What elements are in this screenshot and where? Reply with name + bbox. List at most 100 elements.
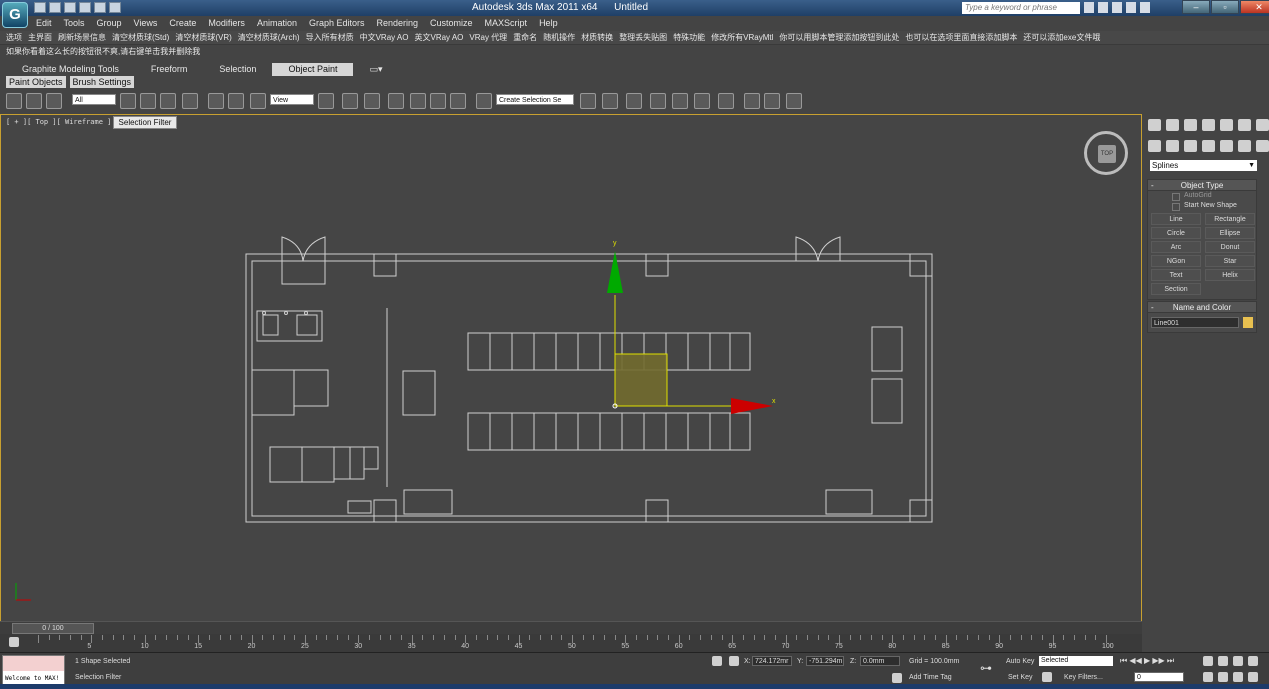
select-by-name-icon[interactable] — [140, 93, 156, 109]
script-button[interactable]: 随机操作 — [543, 32, 575, 43]
keyboard-shortcut-override-icon[interactable] — [364, 93, 380, 109]
menu-help[interactable]: Help — [539, 18, 558, 28]
z-coordinate-field[interactable]: 0.0mm — [860, 656, 900, 666]
menu-views[interactable]: Views — [134, 18, 158, 28]
close-button[interactable]: ✕ — [1240, 0, 1269, 14]
mirror-icon[interactable] — [580, 93, 596, 109]
furniture-cabinet[interactable] — [871, 378, 903, 424]
script-button[interactable]: 清空材质球(Std) — [112, 32, 169, 43]
autogrid-checkbox[interactable]: AutoGrid — [1148, 191, 1256, 201]
rendered-frame-window-icon[interactable] — [764, 93, 780, 109]
sink[interactable] — [296, 314, 318, 336]
align-icon[interactable] — [602, 93, 618, 109]
menu-animation[interactable]: Animation — [257, 18, 297, 28]
script-button[interactable]: 清空材质球(Arch) — [238, 32, 300, 43]
floor-plan-wireframe[interactable]: y x — [1, 115, 1141, 621]
script-button[interactable]: 你可以用脚本管理添加按钮到此处 — [779, 32, 899, 43]
reference-coordinate-dropdown[interactable]: View — [270, 94, 314, 105]
zoom-icon[interactable] — [1203, 656, 1213, 666]
layer-manager-icon[interactable] — [626, 93, 642, 109]
schematic-view-icon[interactable] — [694, 93, 710, 109]
inner-wall[interactable] — [251, 260, 927, 517]
current-frame-field[interactable]: 0 — [1134, 672, 1184, 682]
script-button[interactable]: 整理丢失贴图 — [619, 32, 667, 43]
menu-tools[interactable]: Tools — [64, 18, 85, 28]
script-button[interactable]: 中文VRay AO — [360, 32, 409, 43]
curve-editor-icon[interactable] — [672, 93, 688, 109]
window-crossing-icon[interactable] — [182, 93, 198, 109]
arc-button[interactable]: Arc — [1151, 241, 1201, 253]
rectangle-button[interactable]: Rectangle — [1205, 213, 1255, 225]
create-tab-icon[interactable] — [1166, 119, 1179, 131]
unlink-icon[interactable] — [26, 93, 42, 109]
modify-tab-icon[interactable] — [1184, 119, 1197, 131]
viewcube-face[interactable]: TOP — [1098, 145, 1116, 163]
open-file-icon[interactable] — [49, 2, 61, 13]
render-setup-icon[interactable] — [744, 93, 760, 109]
select-and-link-icon[interactable] — [6, 93, 22, 109]
circle-button[interactable]: Circle — [1151, 227, 1201, 239]
ngon-button[interactable]: NGon — [1151, 255, 1201, 267]
script-button[interactable]: 刷新场景信息 — [58, 32, 106, 43]
outer-wall[interactable] — [245, 253, 933, 523]
playback-controls[interactable]: ⏮ ◀◀ ▶ ▶▶ ⏭ — [1120, 656, 1174, 666]
column[interactable] — [373, 499, 397, 523]
script-button[interactable]: 导入所有材质 — [306, 32, 354, 43]
maxscript-input[interactable] — [3, 656, 64, 671]
material-editor-icon[interactable] — [718, 93, 734, 109]
script-button[interactable]: 还可以添加exe文件哦 — [1023, 32, 1100, 43]
menu-create[interactable]: Create — [169, 18, 196, 28]
object-name-field[interactable]: Line001 — [1151, 317, 1239, 328]
time-tag-icon[interactable] — [892, 673, 902, 683]
spinner-snap-icon[interactable] — [450, 93, 466, 109]
script-button[interactable]: 修改所有VRayMtl — [711, 32, 773, 43]
maxscript-listener[interactable]: Welcome to MAX! — [2, 655, 65, 687]
script-button[interactable]: 选项 — [6, 32, 22, 43]
column[interactable] — [645, 499, 669, 523]
lights-icon[interactable] — [1184, 140, 1197, 152]
furniture-table[interactable] — [269, 446, 303, 483]
auto-key-button[interactable]: Auto Key — [1006, 658, 1034, 665]
viewport-label-menu[interactable]: [ + ][ Top ][ Wireframe ] — [6, 118, 111, 126]
minimize-button[interactable]: – — [1182, 0, 1210, 14]
binoculars-icon[interactable] — [1084, 2, 1094, 13]
double-door[interactable] — [795, 236, 841, 262]
donut-button[interactable]: Donut — [1205, 241, 1255, 253]
maximize-viewport-icon[interactable] — [1248, 672, 1258, 682]
script-delete-hint-button[interactable]: 如果你看着这么长的按钮很不爽,请右键单击我并删除我 — [6, 46, 200, 57]
selected-gizmo-plane[interactable] — [614, 353, 668, 407]
star-button[interactable]: Star — [1205, 255, 1255, 267]
snaps-toggle-icon[interactable] — [388, 93, 404, 109]
named-selection-dropdown[interactable]: Create Selection Se — [496, 94, 574, 105]
new-file-icon[interactable] — [34, 2, 46, 13]
furniture-table[interactable] — [349, 446, 365, 480]
cameras-icon[interactable] — [1202, 140, 1215, 152]
percent-snap-icon[interactable] — [430, 93, 446, 109]
ellipse-button[interactable]: Ellipse — [1205, 227, 1255, 239]
help-icon[interactable] — [1140, 2, 1150, 13]
lock-icon[interactable] — [712, 656, 722, 666]
script-button[interactable]: 英文VRay AO — [414, 32, 463, 43]
fixture[interactable] — [347, 500, 372, 514]
menu-edit[interactable]: Edit — [36, 18, 52, 28]
furniture-table[interactable] — [363, 446, 379, 470]
field-of-view-icon[interactable] — [1203, 672, 1213, 682]
graphite-toggle-icon[interactable] — [650, 93, 666, 109]
menu-maxscript[interactable]: MAXScript — [485, 18, 528, 28]
key-filters-button[interactable]: Key Filters... — [1064, 674, 1103, 681]
maximize-button[interactable]: ▫ — [1211, 0, 1239, 14]
pivot-center-icon[interactable] — [318, 93, 334, 109]
search-input[interactable]: Type a keyword or phrase — [962, 2, 1080, 14]
viewcube[interactable]: TOP — [1084, 131, 1128, 175]
communication-icon[interactable] — [1112, 2, 1122, 13]
app-logo-button[interactable]: G — [2, 2, 28, 28]
key-mode-dropdown[interactable]: Selected — [1039, 656, 1113, 666]
helix-button[interactable]: Helix — [1205, 269, 1255, 281]
time-slider[interactable]: 0 / 100 — [0, 621, 1142, 634]
project-folder-icon[interactable] — [109, 2, 121, 13]
geometry-icon[interactable] — [1148, 140, 1161, 152]
y-axis-arrow[interactable] — [607, 251, 623, 293]
furniture-cabinet[interactable] — [871, 326, 903, 372]
tab-freeform[interactable]: Freeform — [135, 63, 204, 76]
furniture-table[interactable] — [333, 446, 351, 480]
